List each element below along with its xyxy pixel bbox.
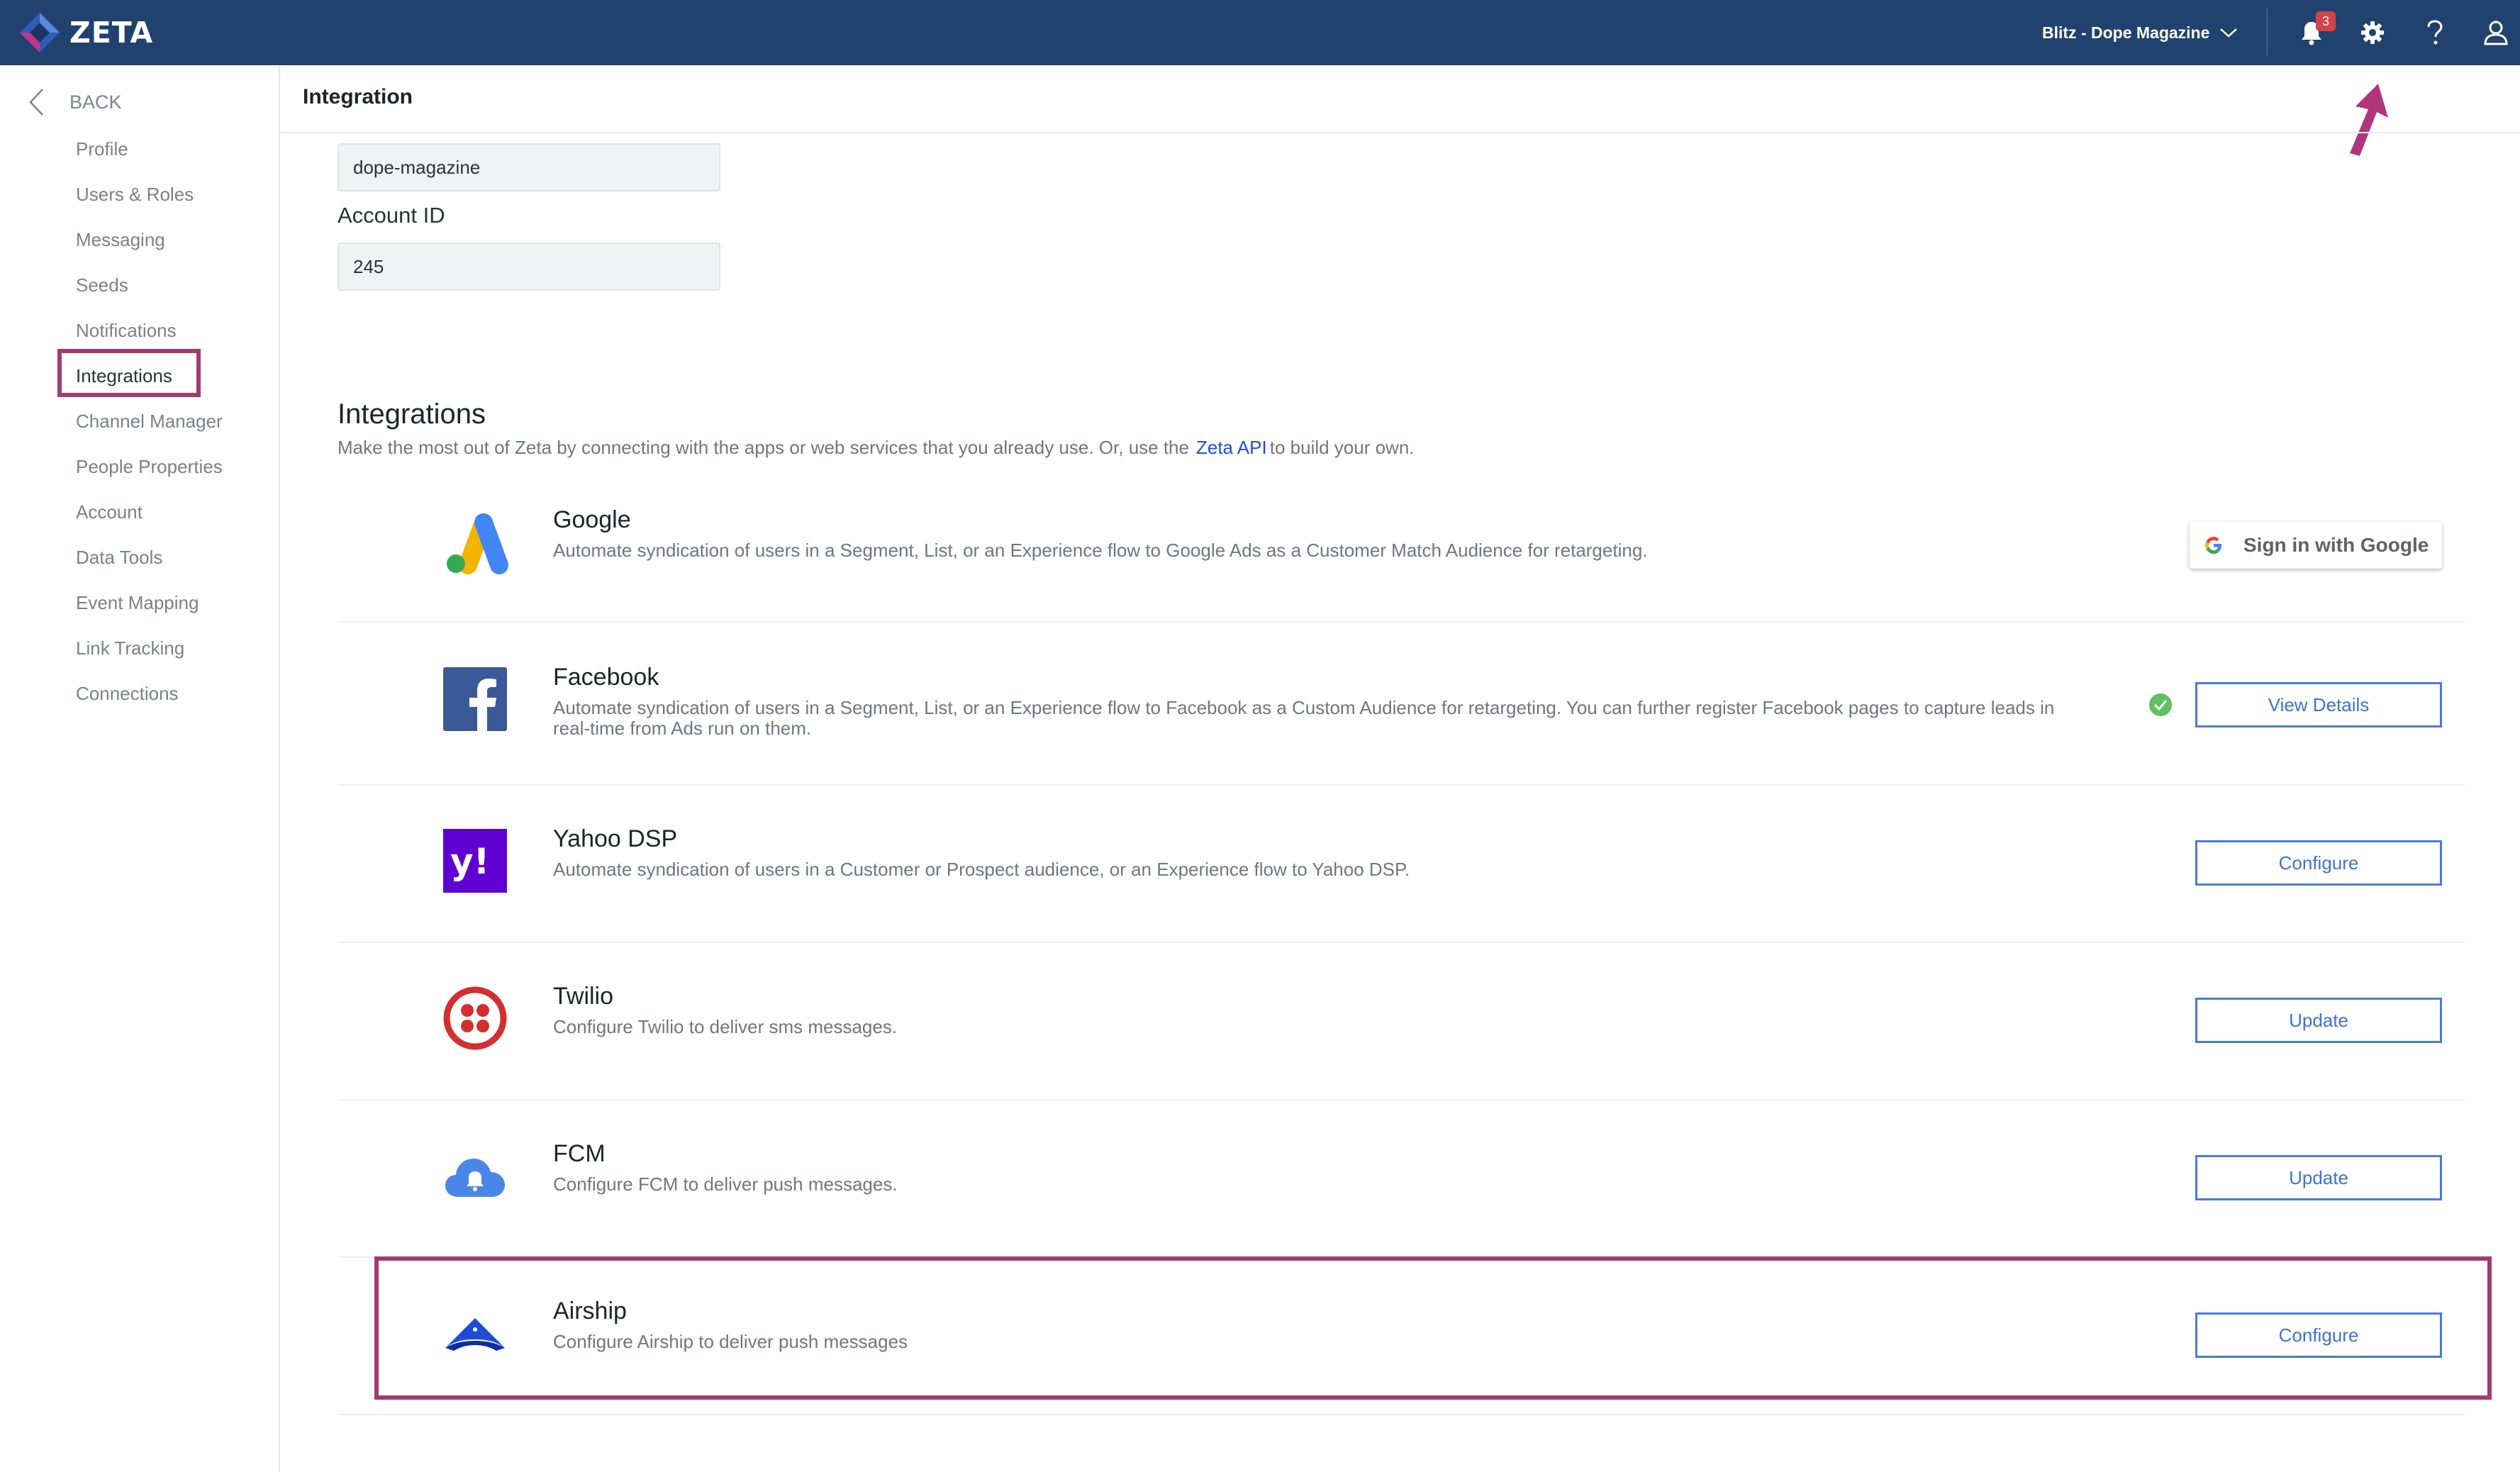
chevron-down-icon (2220, 28, 2238, 38)
integration-desc-google: Automate syndication of users in a Segme… (553, 540, 1648, 561)
sidebar-item-link-tracking[interactable]: Link Tracking (76, 634, 184, 662)
connected-check-icon (2149, 693, 2172, 716)
sidebar-item-account[interactable]: Account (76, 498, 143, 526)
sign-in-with-google-button[interactable]: Sign in with Google (2190, 522, 2442, 569)
account-id-field[interactable]: 245 (338, 242, 720, 291)
account-switcher[interactable]: Blitz - Dope Magazine (2042, 17, 2238, 48)
topbar-divider (2266, 9, 2268, 55)
gear-icon (2361, 21, 2384, 44)
user-icon (2484, 21, 2508, 45)
chevron-left-icon (29, 89, 43, 116)
notification-count-badge: 3 (2316, 11, 2336, 31)
integrations-description: Make the most out of Zeta by connecting … (338, 437, 1415, 459)
settings-sidebar: BACK Profile Users & Roles Messaging See… (0, 65, 280, 1472)
update-fcm-button[interactable]: Update (2195, 1155, 2442, 1200)
settings-button[interactable] (2355, 16, 2390, 50)
integration-desc-facebook: Automate syndication of users in a Segme… (553, 697, 2055, 739)
sidebar-item-notifications[interactable]: Notifications (76, 316, 177, 345)
integration-name-google: Google (553, 506, 631, 533)
account-name: Blitz - Dope Magazine (2042, 23, 2210, 42)
sidebar-item-messaging[interactable]: Messaging (76, 225, 165, 254)
top-bar: ZETA Blitz - Dope Magazine 3 (0, 0, 2520, 65)
row-divider (338, 942, 2465, 943)
row-divider (338, 1099, 2465, 1100)
integrations-title: Integrations (338, 398, 486, 430)
sidebar-item-users-roles[interactable]: Users & Roles (76, 180, 194, 208)
twilio-icon (440, 983, 511, 1054)
sidebar-item-profile[interactable]: Profile (76, 135, 128, 163)
sidebar-item-people-properties[interactable]: People Properties (76, 452, 223, 481)
fcm-cloud-icon (440, 1140, 511, 1211)
help-button[interactable] (2418, 16, 2452, 50)
sidebar-item-data-tools[interactable]: Data Tools (76, 543, 162, 571)
zeta-api-link[interactable]: Zeta API (1196, 437, 1267, 458)
google-g-icon (2205, 537, 2221, 554)
back-label: BACK (69, 91, 122, 113)
user-menu-button[interactable] (2479, 16, 2513, 50)
integration-name-yahoo-dsp: Yahoo DSP (553, 825, 678, 852)
integration-desc-twilio: Configure Twilio to deliver sms messages… (553, 1016, 898, 1037)
zeta-logo-icon (20, 13, 60, 52)
account-id-label: Account ID (338, 203, 445, 228)
app-name: ZETA (69, 16, 154, 50)
yahoo-icon: y! (440, 825, 511, 896)
page-header: Integration (280, 65, 2520, 133)
sidebar-item-channel-manager[interactable]: Channel Manager (76, 407, 223, 435)
facebook-icon (440, 664, 511, 735)
back-link[interactable]: BACK (28, 87, 122, 118)
integrations-desc-text: Make the most out of Zeta by connecting … (338, 437, 1189, 458)
page-title: Integration (303, 85, 413, 108)
integration-desc-fcm: Configure FCM to deliver push messages. (553, 1173, 898, 1195)
google-ads-icon (440, 508, 511, 579)
integration-name-twilio: Twilio (553, 983, 614, 1010)
sidebar-item-connections[interactable]: Connections (76, 679, 179, 708)
svg-text:y!: y! (450, 841, 489, 882)
row-divider (338, 621, 2465, 623)
sidebar-item-seeds[interactable]: Seeds (76, 271, 128, 299)
annotation-highlight-box (374, 1256, 2492, 1400)
row-divider (338, 784, 2465, 786)
zeta-logo[interactable]: ZETA (17, 10, 153, 55)
sidebar-item-event-mapping[interactable]: Event Mapping (76, 589, 199, 617)
view-details-button[interactable]: View Details (2195, 682, 2442, 727)
row-divider (338, 1414, 2465, 1415)
update-twilio-button[interactable]: Update (2195, 998, 2442, 1043)
help-icon (2427, 20, 2443, 45)
sign-in-with-google-label: Sign in with Google (2243, 534, 2429, 556)
integrations-desc-text-end: to build your own. (1269, 437, 1415, 458)
integration-desc-yahoo-dsp: Automate syndication of users in a Custo… (553, 859, 1410, 880)
site-name-field[interactable]: dope-magazine (338, 143, 720, 191)
integration-name-fcm: FCM (553, 1140, 606, 1167)
annotation-highlight-box (57, 349, 201, 397)
configure-yahoo-button[interactable]: Configure (2195, 840, 2442, 886)
integration-name-facebook: Facebook (553, 664, 659, 691)
